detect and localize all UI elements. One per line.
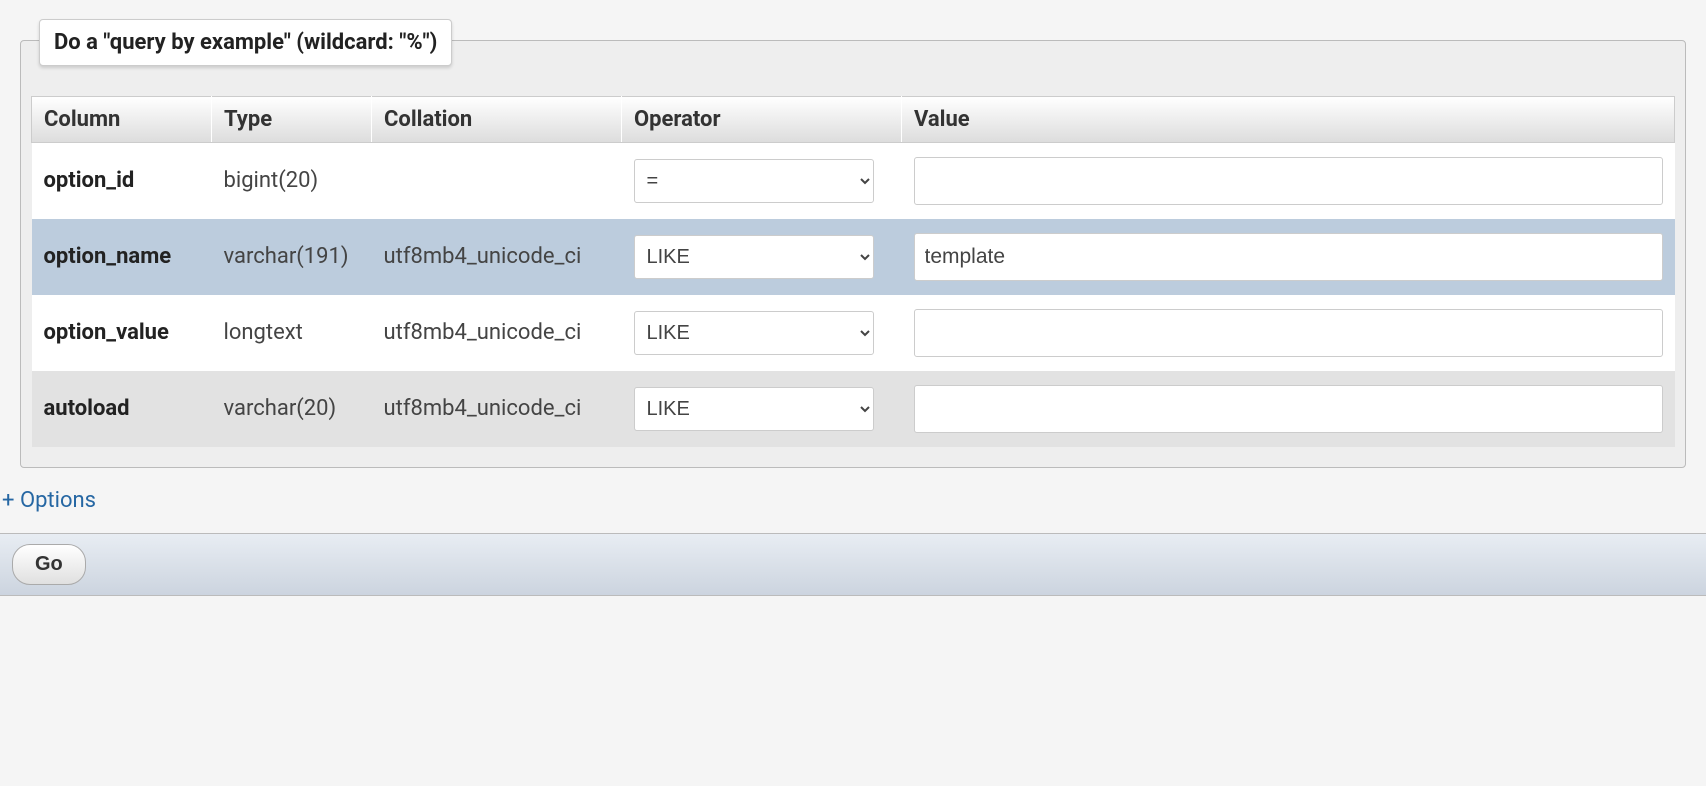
header-value: Value bbox=[902, 97, 1675, 143]
column-name: option_value bbox=[32, 295, 212, 371]
column-collation: utf8mb4_unicode_ci bbox=[372, 371, 622, 447]
go-button[interactable]: Go bbox=[12, 544, 86, 585]
operator-select[interactable]: LIKE bbox=[634, 387, 874, 431]
column-type: bigint(20) bbox=[212, 143, 372, 219]
header-column: Column bbox=[32, 97, 212, 143]
column-collation bbox=[372, 143, 622, 219]
column-name: autoload bbox=[32, 371, 212, 447]
table-row: option_valuelongtextutf8mb4_unicode_ci LI… bbox=[32, 295, 1675, 371]
search-table: Column Type Collation Operator Value opt… bbox=[31, 96, 1675, 447]
value-input[interactable] bbox=[914, 157, 1663, 205]
value-cell bbox=[902, 143, 1675, 219]
operator-select[interactable]: LIKE bbox=[634, 311, 874, 355]
operator-cell: LIKE bbox=[622, 295, 902, 371]
column-name: option_name bbox=[32, 219, 212, 295]
header-operator: Operator bbox=[622, 97, 902, 143]
operator-select[interactable]: LIKE bbox=[634, 235, 874, 279]
value-cell bbox=[902, 371, 1675, 447]
query-by-example-panel: Do a "query by example" (wildcard: "%") … bbox=[20, 40, 1686, 468]
table-row: option_idbigint(20) = bbox=[32, 143, 1675, 219]
column-collation: utf8mb4_unicode_ci bbox=[372, 295, 622, 371]
table-header-row: Column Type Collation Operator Value bbox=[32, 97, 1675, 143]
table-row: autoloadvarchar(20)utf8mb4_unicode_ci LIK… bbox=[32, 371, 1675, 447]
column-type: longtext bbox=[212, 295, 372, 371]
value-cell bbox=[902, 295, 1675, 371]
column-type: varchar(20) bbox=[212, 371, 372, 447]
action-bar: Go bbox=[0, 533, 1706, 596]
operator-select[interactable]: = bbox=[634, 159, 874, 203]
column-type: varchar(191) bbox=[212, 219, 372, 295]
operator-cell: = bbox=[622, 143, 902, 219]
options-toggle-link[interactable]: + Options bbox=[2, 488, 96, 513]
header-type: Type bbox=[212, 97, 372, 143]
header-collation: Collation bbox=[372, 97, 622, 143]
panel-legend: Do a "query by example" (wildcard: "%") bbox=[39, 19, 452, 66]
column-collation: utf8mb4_unicode_ci bbox=[372, 219, 622, 295]
operator-cell: LIKE bbox=[622, 219, 902, 295]
value-cell bbox=[902, 219, 1675, 295]
column-name: option_id bbox=[32, 143, 212, 219]
operator-cell: LIKE bbox=[622, 371, 902, 447]
table-row: option_namevarchar(191)utf8mb4_unicode_c… bbox=[32, 219, 1675, 295]
value-input[interactable] bbox=[914, 385, 1663, 433]
value-input[interactable] bbox=[914, 233, 1663, 281]
value-input[interactable] bbox=[914, 309, 1663, 357]
